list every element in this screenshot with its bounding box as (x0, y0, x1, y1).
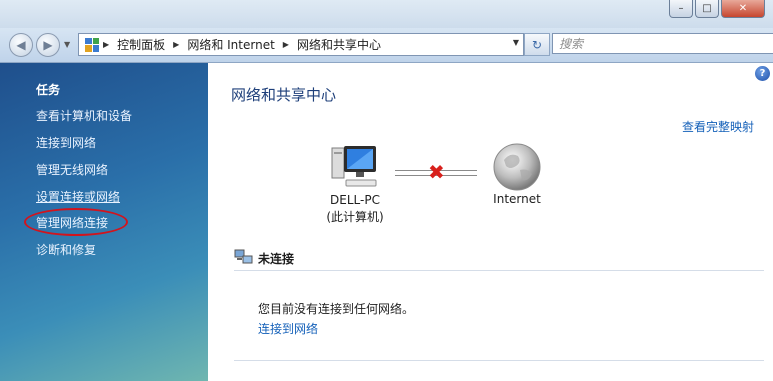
network-computers-icon (234, 249, 253, 264)
title-bar: – □ ✕ (0, 0, 773, 28)
back-button[interactable]: ◀ (9, 33, 33, 57)
view-full-map-link[interactable]: 查看完整映射 (682, 118, 754, 135)
disconnected-x-icon[interactable]: ✖ (428, 160, 445, 184)
recent-pages-dropdown-icon[interactable]: ▼ (64, 40, 70, 49)
address-bar[interactable]: ▶ 控制面板 ▶ 网络和 Internet ▶ 网络和共享中心 ▼ (78, 33, 524, 56)
forward-button[interactable]: ▶ (36, 33, 60, 57)
task-sidebar: 任务 查看计算机和设备 连接到网络 管理无线网络 设置连接或网络 管理网络连接 … (0, 63, 208, 381)
window-controls: – □ ✕ (667, 0, 765, 18)
help-icon[interactable]: ? (755, 66, 770, 81)
computer-label: DELL-PC (此计算机) (318, 192, 392, 226)
page-title: 网络和共享中心 (231, 86, 337, 104)
control-panel-icon (85, 37, 99, 52)
breadcrumb-control-panel[interactable]: 控制面板 (117, 36, 165, 53)
chevron-right-icon[interactable]: ▶ (283, 40, 289, 49)
navigation-bar: ◀ ▶ ▼ ▶ 控制面板 ▶ 网络和 Internet ▶ 网络和共享中心 ▼ … (0, 28, 773, 63)
refresh-icon: ↻ (531, 37, 543, 52)
sidebar-item-setup-connection[interactable]: 设置连接或网络 (36, 188, 120, 205)
sidebar-title: 任务 (36, 83, 61, 97)
section-header: 未连接 (234, 246, 764, 271)
back-arrow-icon: ◀ (16, 38, 26, 52)
forward-arrow-icon: ▶ (43, 38, 53, 52)
highlight-annotation-ring (24, 208, 128, 236)
status-message: 您目前没有连接到任何网络。 (258, 302, 415, 316)
breadcrumb-network-sharing-center[interactable]: 网络和共享中心 (297, 36, 381, 53)
connect-to-network-link[interactable]: 连接到网络 (258, 320, 318, 337)
search-input[interactable]: 搜索 (552, 33, 773, 54)
computer-name: DELL-PC (330, 193, 380, 207)
sidebar-item-manage-wireless[interactable]: 管理无线网络 (36, 161, 108, 178)
breadcrumb-network-internet[interactable]: 网络和 Internet (187, 36, 274, 53)
address-dropdown-icon[interactable]: ▼ (513, 38, 519, 47)
computer-icon[interactable] (330, 142, 378, 190)
maximize-button[interactable]: □ (695, 0, 719, 18)
section-title: 未连接 (258, 252, 295, 266)
chevron-right-icon[interactable]: ▶ (103, 40, 109, 49)
internet-globe-icon[interactable] (492, 142, 542, 192)
sidebar-item-connect-to-network[interactable]: 连接到网络 (36, 134, 96, 151)
sidebar-item-diagnose-repair[interactable]: 诊断和修复 (36, 241, 96, 258)
chevron-right-icon[interactable]: ▶ (173, 40, 179, 49)
divider (234, 360, 764, 361)
minimize-button[interactable]: – (669, 0, 693, 18)
close-button[interactable]: ✕ (721, 0, 765, 18)
sidebar-item-view-computers-devices[interactable]: 查看计算机和设备 (36, 107, 132, 124)
refresh-button[interactable]: ↻ (524, 33, 550, 56)
internet-label: Internet (493, 192, 541, 206)
computer-subtitle: (此计算机) (326, 210, 384, 224)
